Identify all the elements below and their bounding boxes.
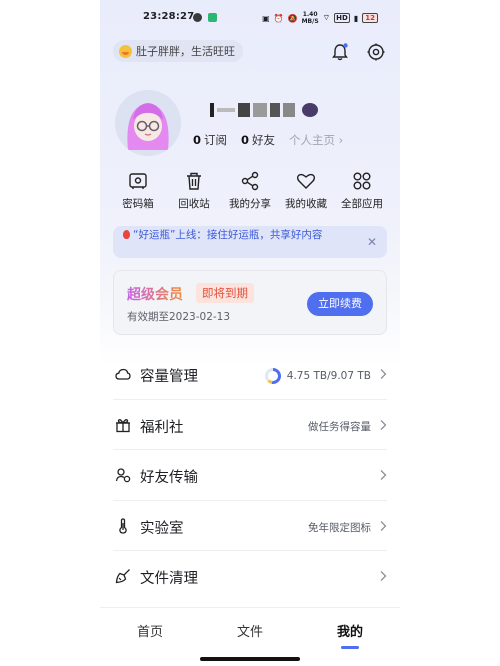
gift-icon (116, 418, 130, 432)
announcement-banner[interactable]: “好运瓶”上线：接住好运瓶，共享好内容 ✕ (113, 226, 387, 258)
slogan-pill[interactable]: 肚子胖胖，生活旺旺 (113, 40, 243, 62)
profile-stats: 0 订阅 0 好友 个人主页 › (193, 132, 343, 148)
friend-transfer-icon (115, 468, 131, 483)
close-icon[interactable]: ✕ (367, 235, 377, 250)
battery-icon: 12 (362, 13, 378, 23)
safe-icon (129, 173, 147, 189)
quick-action-share[interactable]: 我的分享 (224, 170, 276, 211)
storage-usage-ring (264, 368, 281, 384)
lab-hint: 免年限定图标 (308, 521, 371, 534)
apps-grid-icon (353, 172, 371, 190)
alarm-icon: ⏰ (273, 13, 284, 23)
app-notification-icon (208, 13, 217, 22)
balloon-icon (123, 230, 130, 239)
network-speed: 1.40 MB/S (301, 11, 319, 25)
bell-icon[interactable] (330, 42, 350, 62)
cloud-icon (115, 368, 131, 380)
home-indicator (200, 657, 300, 661)
menu-item-welfare[interactable]: 福利社 做任务得容量 (113, 400, 387, 450)
bottom-tab-bar: 首页 文件 我的 (100, 607, 400, 657)
vip-card: 超级会员 即将到期 有效期至2023-02-13 立即续费 (113, 270, 387, 335)
phone-screen: 23:28:27 ▣ ⏰ 🔕 1.40 MB/S ⌔ HD ▮ 12 肚子胖胖，… (100, 0, 400, 666)
storage-value: 4.75 TB/9.07 TB (286, 370, 371, 382)
expiring-badge: 即将到期 (196, 283, 254, 303)
chevron-right-icon (380, 571, 387, 581)
menu-item-friend-transfer[interactable]: 好友传输 (113, 450, 387, 501)
mute-icon: 🔕 (287, 13, 298, 23)
notification-icon (193, 13, 202, 22)
avatar[interactable] (115, 90, 181, 156)
tab-home[interactable]: 首页 (100, 608, 200, 657)
quick-actions: 密码箱 回收站 我的分享 我的收藏 全部应用 (100, 170, 400, 211)
quick-action-all-apps[interactable]: 全部应用 (336, 170, 388, 211)
settings-menu: 容量管理 4.75 TB/9.07 TB 福利社 做任务得容量 好友传输 实验室… (113, 349, 387, 602)
menu-item-file-cleanup[interactable]: 文件清理 (113, 551, 387, 602)
thermometer-icon (119, 517, 127, 534)
broom-icon (115, 569, 130, 584)
slogan-text: 肚子胖胖，生活旺旺 (136, 45, 235, 58)
quick-action-favorites[interactable]: 我的收藏 (280, 170, 332, 211)
trash-icon (187, 172, 201, 190)
homepage-link[interactable]: 个人主页 › (289, 132, 343, 148)
menu-item-lab[interactable]: 实验室 免年限定图标 (113, 501, 387, 551)
nfc-icon: ▣ (262, 13, 270, 23)
vip-title: 超级会员 (127, 284, 183, 304)
heart-icon (296, 173, 316, 189)
username-redacted (210, 101, 318, 119)
welfare-hint: 做任务得容量 (308, 420, 371, 433)
vip-expire-date: 有效期至2023-02-13 (127, 311, 231, 323)
wifi-icon: ⌔ (322, 13, 331, 22)
settings-icon[interactable] (366, 42, 386, 62)
planet-badge-icon (302, 103, 318, 117)
renew-button[interactable]: 立即续费 (307, 292, 373, 316)
chevron-right-icon (380, 369, 387, 379)
tab-files[interactable]: 文件 (200, 608, 300, 657)
status-time: 23:28:27 (143, 11, 195, 22)
signal-icon: ▮ (353, 13, 359, 23)
smile-emoji-icon (119, 44, 132, 58)
status-bar: 23:28:27 ▣ ⏰ 🔕 1.40 MB/S ⌔ HD ▮ 12 (100, 10, 400, 26)
menu-item-storage[interactable]: 容量管理 4.75 TB/9.07 TB (113, 349, 387, 400)
status-indicators: ▣ ⏰ 🔕 1.40 MB/S ⌔ HD ▮ 12 (262, 11, 378, 25)
quick-action-trash[interactable]: 回收站 (168, 170, 220, 211)
friends-stat[interactable]: 0 好友 (241, 132, 275, 148)
subscriptions-stat[interactable]: 0 订阅 (193, 132, 227, 148)
quick-action-safe[interactable]: 密码箱 (112, 170, 164, 211)
chevron-right-icon (380, 520, 387, 531)
chevron-right-icon (380, 470, 387, 480)
announcement-text: “好运瓶”上线：接住好运瓶，共享好内容 (133, 229, 323, 241)
tab-me[interactable]: 我的 (300, 608, 400, 657)
share-icon (241, 171, 259, 191)
hd-icon: HD (334, 13, 350, 23)
chevron-right-icon (380, 419, 387, 430)
